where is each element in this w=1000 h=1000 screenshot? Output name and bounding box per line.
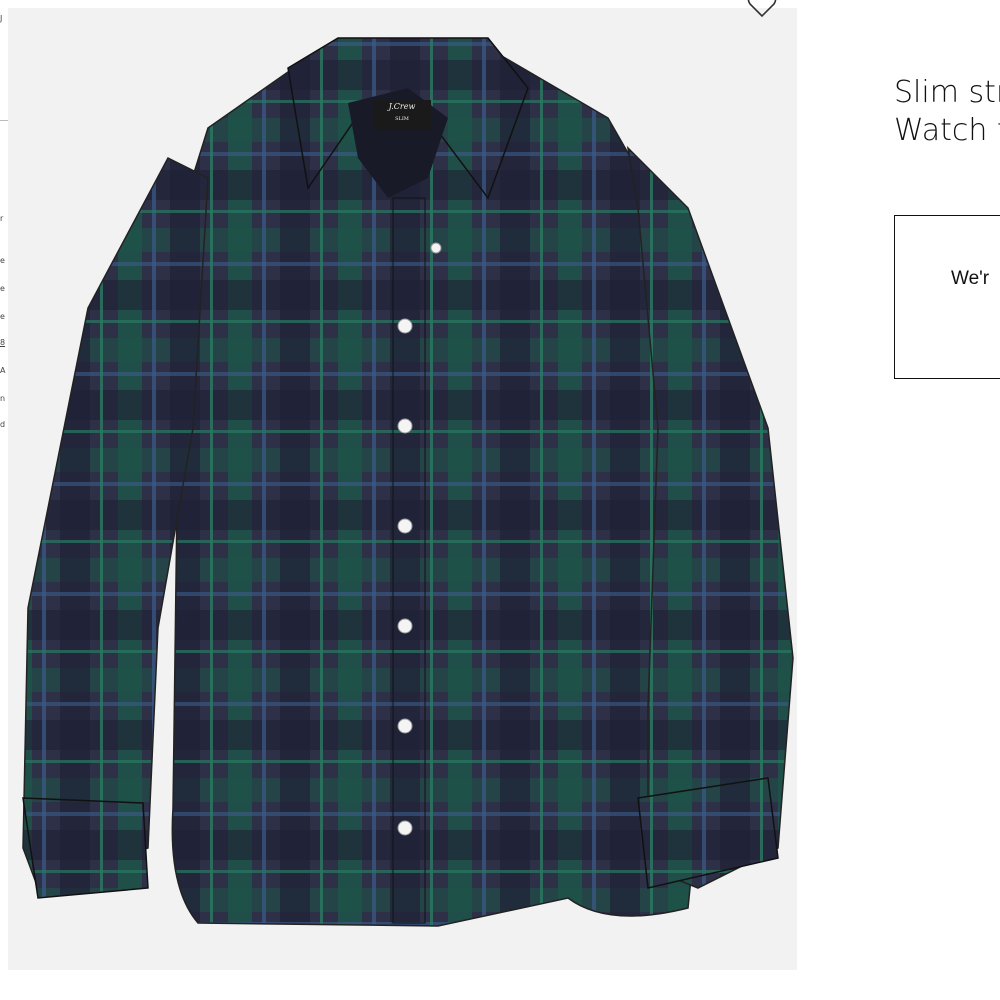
clipped-text: r [0, 214, 4, 223]
product-title: Slim str Watch t [894, 74, 1000, 150]
clipped-text: d [0, 420, 6, 429]
product-image-panel[interactable]: J.Crew SLIM [8, 8, 797, 970]
heart-outline-icon[interactable] [744, 0, 780, 22]
clipped-text: e [0, 312, 5, 321]
clipped-text: e [0, 284, 5, 293]
clipped-text: A [0, 366, 6, 375]
brand-name: J.Crew [388, 102, 416, 111]
left-clipped-panel: J r e e e 8 A n d [0, 0, 8, 1000]
clipped-text: J [0, 14, 3, 23]
clipped-text: n [0, 394, 6, 403]
notice-text: We'r [951, 268, 990, 289]
notice-box: We'r [894, 215, 1000, 379]
product-title-line1: Slim str [894, 75, 1000, 110]
clipped-text: e [0, 256, 5, 265]
plaid-shirt-image [22, 37, 794, 927]
brand-tag: J.Crew SLIM [373, 100, 431, 130]
fit-label: SLIM [395, 116, 409, 122]
product-title-line2: Watch t [894, 113, 1000, 148]
clipped-link[interactable]: 8 [0, 338, 8, 348]
divider [0, 120, 8, 121]
